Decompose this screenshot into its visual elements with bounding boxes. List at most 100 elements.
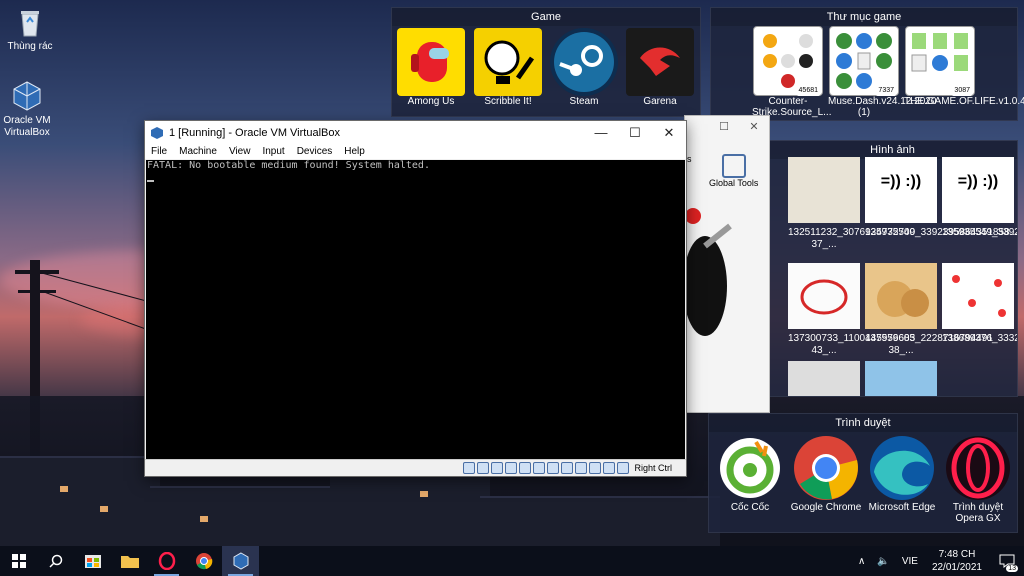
taskbar-file-explorer[interactable] (111, 546, 148, 576)
tile-label: Google Chrome (790, 502, 862, 513)
browser-edge[interactable]: Microsoft Edge (866, 434, 938, 513)
folder-muse-dash[interactable]: 7337 Muse.Dash.v24.12.2020 (1) (828, 26, 936, 118)
window-title: 1 [Running] - Oracle VM VirtualBox (169, 126, 340, 139)
browser-opera-gx[interactable]: Trình duyệt Opera GX (942, 434, 1014, 524)
tile-label: Among Us (407, 96, 455, 107)
audio-icon[interactable] (491, 462, 504, 474)
language-indicator[interactable]: VIE (902, 556, 918, 567)
store-icon (84, 555, 101, 568)
folder-counter-strike[interactable]: 45681 Counter-Strike.Source_L... (752, 26, 831, 118)
tile-label: Steam (569, 96, 599, 107)
network-icon[interactable] (505, 462, 518, 474)
image-thumb[interactable]: =)) :)) 135935549_3392395864351858... (942, 157, 1017, 239)
browser-chrome[interactable]: Google Chrome (790, 434, 862, 513)
tile-scribble-it[interactable]: Scribble It! (472, 28, 544, 107)
hard-disk-icon[interactable] (463, 462, 476, 474)
display-icon[interactable] (547, 462, 560, 474)
usb-icon[interactable] (519, 462, 532, 474)
virtualbox-icon (150, 126, 164, 140)
taskbar-app-store[interactable] (74, 546, 111, 576)
fence-folders-title: Thư mục game (711, 8, 1017, 26)
among-us-icon (397, 28, 465, 96)
image-thumb[interactable]: =)) :)) 135935549_3392395864351858... (865, 157, 1017, 239)
vm-titlebar[interactable]: 1 [Running] - Oracle VM VirtualBox — ☐ ✕ (145, 121, 686, 144)
chevron-up-icon[interactable]: ∧ (858, 556, 865, 567)
maximize-button[interactable]: ☐ (618, 121, 652, 144)
close-icon[interactable]: ✕ (739, 120, 769, 133)
minimize-button[interactable]: — (584, 121, 618, 144)
photo-thumbnail (788, 263, 860, 329)
folder-icon (120, 556, 139, 568)
chrome-icon (195, 553, 212, 570)
fence-folders: Thư mục game 45681 Counter-Strike.Source… (710, 7, 1024, 121)
tile-among-us[interactable]: Among Us (395, 28, 467, 107)
garena-icon (626, 28, 694, 96)
text-cursor (147, 180, 154, 182)
recycle-bin[interactable]: Thùng rác (0, 6, 60, 53)
fence-browsers: Trình duyệt Cốc Cốc Google Chrome Micros… (708, 413, 1018, 533)
taskbar-opera[interactable] (148, 546, 185, 576)
photo-thumbnail (788, 157, 860, 223)
notification-center[interactable]: 13 (990, 546, 1024, 576)
search-icon (48, 554, 62, 568)
shared-folder-icon[interactable] (533, 462, 546, 474)
taskbar-virtualbox[interactable] (222, 546, 259, 576)
tile-steam[interactable]: Steam (548, 28, 620, 107)
coc-coc-icon (716, 434, 784, 502)
photo-thumbnail (942, 263, 1014, 329)
folder-game-of-life[interactable]: 3087 THE.GAME.OF.LIFE.v1.0.4_LinkN... (904, 26, 1024, 107)
mouse-integration-icon[interactable] (589, 462, 602, 474)
notification-count: 13 (1006, 565, 1018, 572)
image-thumb[interactable]: 132511232_3076924772700 37_... (788, 157, 915, 251)
virtualbox-icon (11, 80, 43, 112)
recording-icon[interactable] (561, 462, 574, 474)
folder-icon: 45681 (753, 26, 823, 96)
menu-machine[interactable]: Machine (173, 146, 223, 157)
vm-statusbar: Right Ctrl (145, 459, 686, 476)
image-thumb[interactable]: 137300733_1100445976683 43_... (788, 263, 915, 357)
folder-icon: 7337 (829, 26, 899, 96)
recycle-bin-label: Thùng rác (7, 41, 53, 52)
browser-coc-coc[interactable]: Cốc Cốc (714, 434, 786, 513)
tile-label: Trình duyệt Opera GX (952, 502, 1004, 524)
cpu-icon[interactable] (575, 462, 588, 474)
search-button[interactable] (37, 546, 74, 576)
menu-view[interactable]: View (223, 146, 257, 157)
global-tools-button[interactable]: Global Tools (709, 154, 758, 188)
recycle-bin-icon (14, 6, 46, 38)
volume-icon[interactable]: 🔈 (877, 556, 889, 567)
tile-label: Scribble It! (484, 96, 532, 107)
virtualbox-manager-window[interactable]: ☐ ✕ ls Global Tools (683, 115, 770, 413)
edge-icon (868, 434, 936, 502)
image-thumb-partial (865, 361, 937, 396)
tile-label: Cốc Cốc (730, 502, 770, 513)
close-button[interactable]: ✕ (652, 121, 686, 144)
windows-icon (11, 554, 26, 568)
folder-icon: 3087 (905, 26, 975, 96)
menu-input[interactable]: Input (256, 146, 290, 157)
taskbar-chrome[interactable] (185, 546, 222, 576)
menu-devices[interactable]: Devices (291, 146, 339, 157)
host-key-icon[interactable] (617, 462, 630, 474)
vm-display[interactable]: FATAL: No bootable medium found! System … (146, 160, 685, 459)
opera-icon (158, 552, 175, 570)
virtualbox-desktop[interactable]: Oracle VM VirtualBox (0, 80, 57, 139)
keyboard-icon[interactable] (603, 462, 616, 474)
image-thumb-partial (788, 361, 860, 396)
vm-window[interactable]: 1 [Running] - Oracle VM VirtualBox — ☐ ✕… (144, 120, 687, 477)
scribble-it-icon (474, 28, 542, 96)
start-button[interactable] (0, 546, 37, 576)
fence-game-title: Game (392, 8, 700, 26)
clock-time: 7:48 CH (938, 549, 976, 560)
optical-drive-icon[interactable] (477, 462, 490, 474)
clock[interactable]: 7:48 CH 22/01/2021 (932, 548, 982, 574)
tile-garena[interactable]: Garena (624, 28, 696, 107)
image-thumb[interactable]: 137559605_2228716794491 38_... (865, 263, 993, 357)
menu-help[interactable]: Help (338, 146, 371, 157)
console-message: FATAL: No bootable medium found! System … (147, 160, 430, 171)
virtualbox-label: Oracle VM VirtualBox (3, 115, 51, 138)
fence-images: Hình ảnh 132511232_3076924772700 37_... … (767, 140, 1018, 397)
menu-file[interactable]: File (145, 146, 173, 157)
restore-icon[interactable]: ☐ (709, 120, 739, 133)
image-thumb[interactable]: 138689376_3332144903735630... (942, 263, 1017, 345)
